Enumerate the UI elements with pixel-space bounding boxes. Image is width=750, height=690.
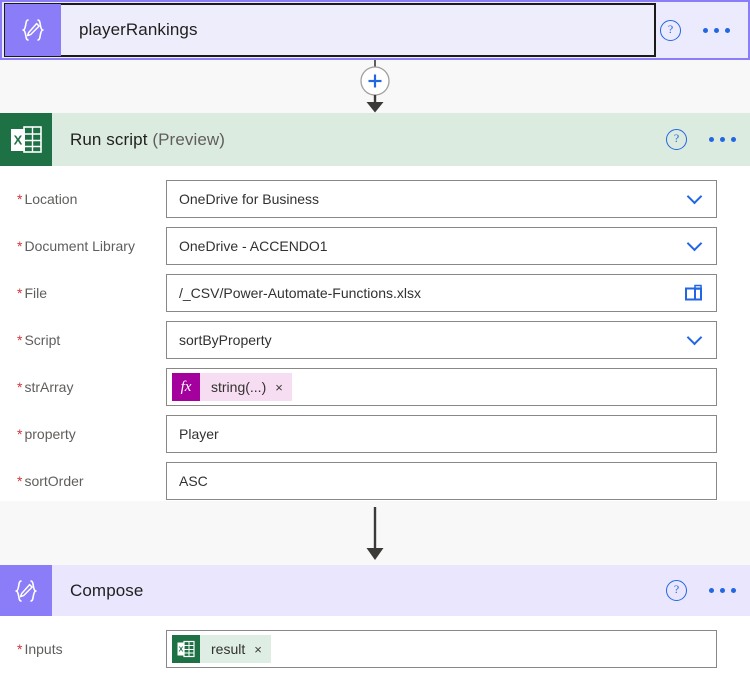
chevron-down-icon[interactable]: [689, 191, 702, 204]
field-label-file: * File: [0, 285, 166, 301]
location-dropdown[interactable]: OneDrive for Business: [166, 180, 717, 218]
more-commands-icon[interactable]: [709, 137, 736, 142]
excel-icon: X: [0, 113, 52, 166]
document-library-value: OneDrive - ACCENDO1: [179, 238, 328, 254]
chevron-down-icon[interactable]: [689, 238, 702, 251]
field-label-strarray: * strArray: [0, 379, 166, 395]
connector-flow-arrow: [0, 501, 750, 565]
compose-braces-pencil-icon: [5, 4, 61, 56]
excel-icon: X: [172, 635, 200, 663]
strarray-input[interactable]: fx string(...) ×: [166, 368, 717, 406]
compose-card-body: * Inputs X result ×: [0, 616, 750, 671]
field-row-location: * Location OneDrive for Business: [0, 177, 750, 221]
required-asterisk: *: [17, 238, 23, 254]
help-icon[interactable]: ?: [666, 580, 687, 601]
svg-text:X: X: [14, 132, 23, 147]
dynamic-content-token[interactable]: X result ×: [172, 635, 271, 663]
location-value: OneDrive for Business: [179, 191, 320, 207]
field-row-strarray: * strArray fx string(...) ×: [0, 365, 750, 409]
more-commands-icon[interactable]: [703, 27, 730, 33]
more-commands-icon[interactable]: [709, 588, 736, 593]
compose-braces-pencil-icon: [0, 565, 52, 616]
run-script-card[interactable]: X Run script (Preview) ? * Location OneDr…: [0, 113, 750, 503]
required-asterisk: *: [17, 191, 23, 207]
required-asterisk: *: [17, 285, 23, 301]
property-value: Player: [179, 426, 219, 442]
sortorder-value: ASC: [179, 473, 208, 489]
label-text: Document Library: [24, 238, 135, 254]
script-value: sortByProperty: [179, 332, 272, 348]
script-dropdown[interactable]: sortByProperty: [166, 321, 717, 359]
expression-token[interactable]: fx string(...) ×: [172, 373, 292, 401]
svg-text:X: X: [179, 647, 184, 654]
label-text: Script: [24, 332, 61, 348]
run-script-title-text: Run script: [70, 129, 148, 149]
label-text: property: [24, 426, 76, 442]
field-label-property: * property: [0, 426, 166, 442]
token-text: string(...): [211, 379, 267, 395]
required-asterisk: *: [17, 332, 23, 348]
run-script-title: Run script (Preview): [70, 130, 225, 150]
field-row-file: * File /_CSV/Power-Automate-Functions.xls…: [0, 271, 750, 315]
required-asterisk: *: [17, 641, 23, 657]
compose-header-actions: ?: [666, 565, 736, 616]
field-row-inputs: * Inputs X result ×: [0, 627, 750, 671]
field-row-document-library: * Document Library OneDrive - ACCENDO1: [0, 224, 750, 268]
field-row-script: * Script sortByProperty: [0, 318, 750, 362]
help-icon[interactable]: ?: [666, 129, 687, 150]
required-asterisk: *: [17, 473, 23, 489]
trigger-card-header[interactable]: playerRankings ?: [2, 2, 748, 58]
label-text: File: [24, 285, 48, 301]
token-text: result: [211, 641, 246, 657]
add-step-plus-icon[interactable]: [330, 60, 420, 113]
token-pill: result ×: [200, 635, 271, 663]
trigger-header-actions: ?: [660, 2, 730, 58]
field-label-document-library: * Document Library: [0, 238, 166, 254]
label-text: Location: [24, 191, 78, 207]
field-label-inputs: * Inputs: [0, 641, 166, 657]
folder-picker-icon[interactable]: [684, 284, 704, 302]
remove-token-icon[interactable]: ×: [275, 380, 283, 395]
sortorder-input[interactable]: ASC: [166, 462, 717, 500]
remove-token-icon[interactable]: ×: [254, 642, 262, 657]
property-input[interactable]: Player: [166, 415, 717, 453]
required-asterisk: *: [17, 379, 23, 395]
run-script-preview-tag: (Preview): [152, 129, 226, 149]
field-row-sortorder: * sortOrder ASC: [0, 459, 750, 503]
label-text: sortOrder: [24, 473, 84, 489]
compose-card[interactable]: Compose ? * Inputs X result ×: [0, 565, 750, 690]
file-input[interactable]: /_CSV/Power-Automate-Functions.xlsx: [166, 274, 717, 312]
label-text: strArray: [24, 379, 74, 395]
file-value: /_CSV/Power-Automate-Functions.xlsx: [179, 285, 421, 301]
field-label-location: * Location: [0, 191, 166, 207]
token-pill: string(...) ×: [200, 373, 292, 401]
field-row-property: * property Player: [0, 412, 750, 456]
fx-icon: fx: [172, 373, 200, 401]
field-label-script: * Script: [0, 332, 166, 348]
chevron-down-icon[interactable]: [689, 332, 702, 345]
flow-arrow-icon: [366, 507, 384, 560]
label-text: Inputs: [24, 641, 63, 657]
run-script-card-header[interactable]: X Run script (Preview) ?: [0, 113, 750, 166]
required-asterisk: *: [17, 426, 23, 442]
document-library-dropdown[interactable]: OneDrive - ACCENDO1: [166, 227, 717, 265]
compose-card-header[interactable]: Compose ?: [0, 565, 750, 616]
inputs-field[interactable]: X result ×: [166, 630, 717, 668]
run-script-card-body: * Location OneDrive for Business * Documen…: [0, 166, 750, 503]
trigger-title: playerRankings: [79, 20, 198, 39]
connector-add-step[interactable]: [0, 60, 750, 113]
compose-title: Compose: [70, 580, 144, 600]
help-icon[interactable]: ?: [660, 19, 681, 41]
field-label-sortorder: * sortOrder: [0, 473, 166, 489]
run-script-header-actions: ?: [666, 113, 736, 166]
trigger-card-player-rankings[interactable]: playerRankings ?: [0, 0, 750, 60]
